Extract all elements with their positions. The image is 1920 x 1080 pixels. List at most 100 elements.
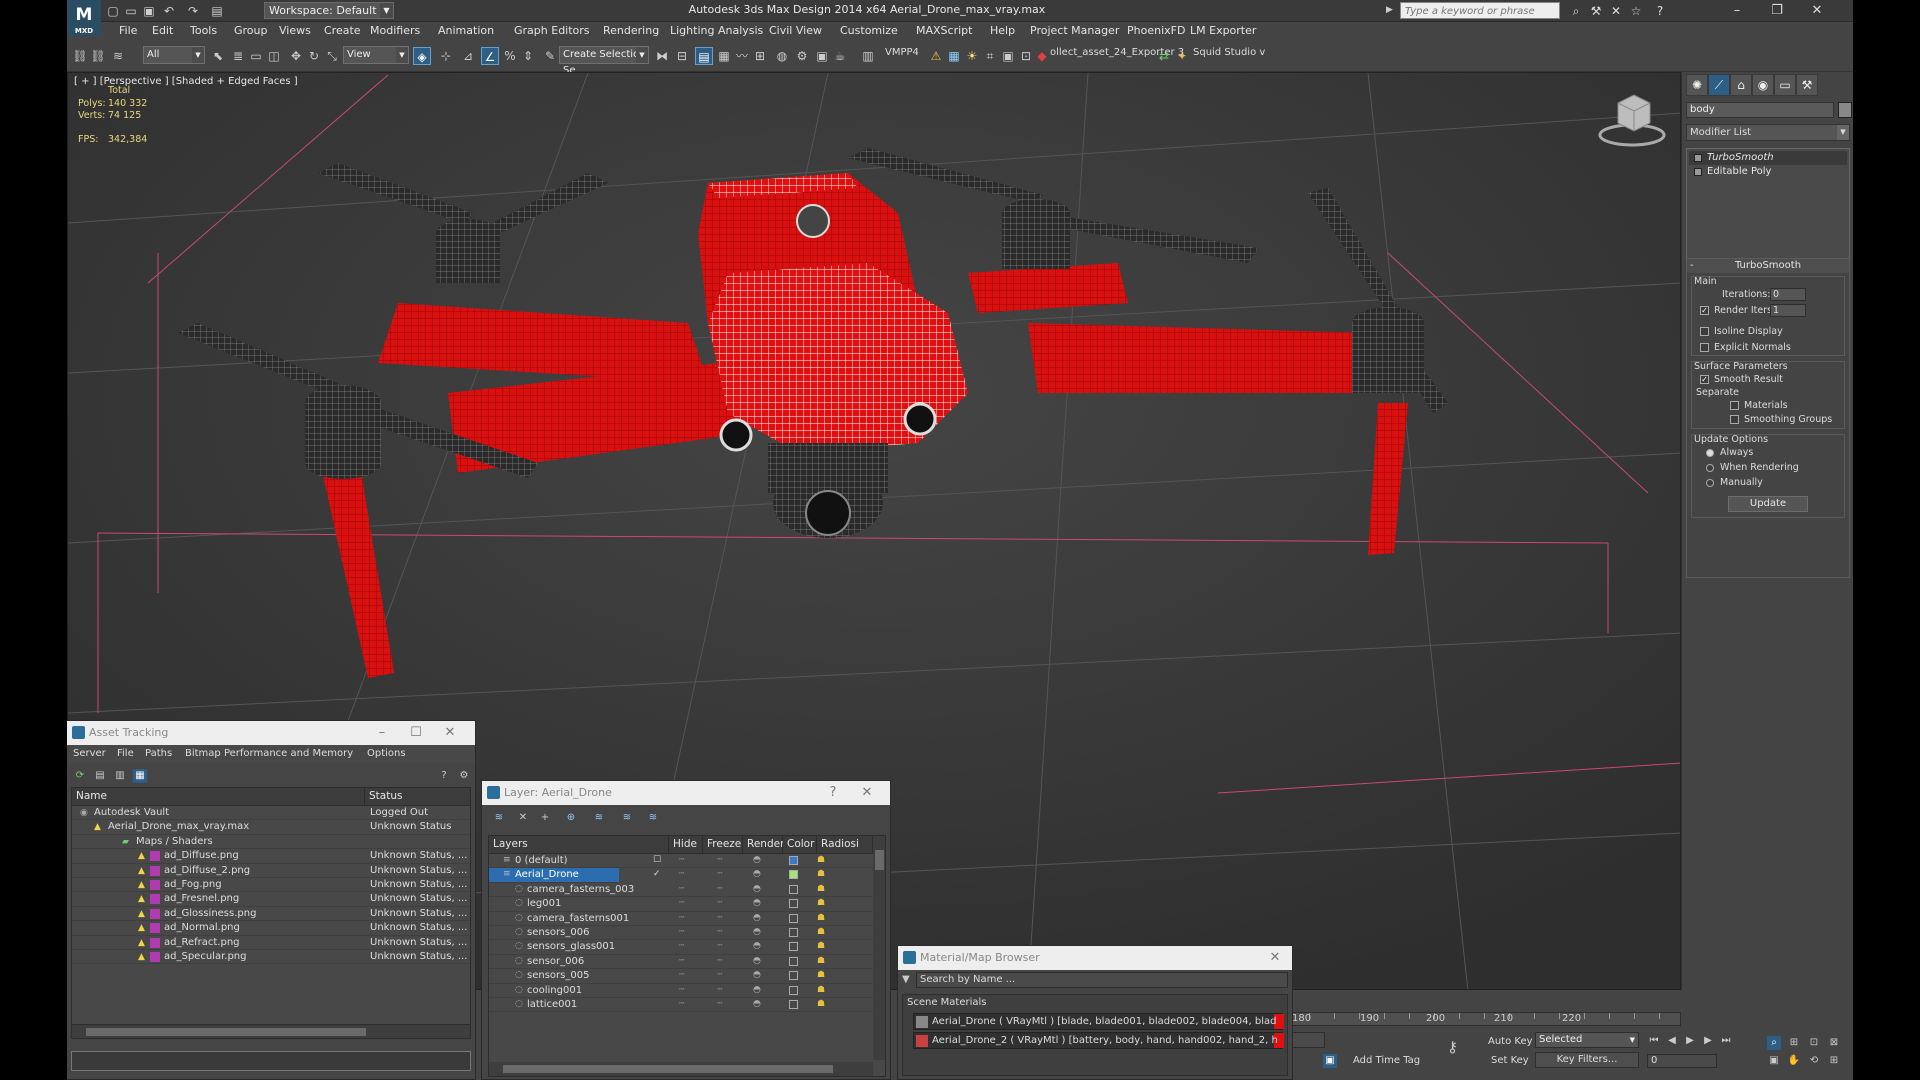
percent-snap-icon[interactable]: % — [501, 47, 519, 65]
goto-start-icon[interactable]: ⏮ — [1647, 1034, 1661, 1048]
squid-studio-label[interactable]: Squid Studio v — [1193, 47, 1265, 58]
restore-button[interactable]: ❐ — [1757, 0, 1797, 22]
object-color-swatch[interactable] — [1838, 102, 1852, 118]
material-browser-close-button[interactable]: ✕ — [1260, 946, 1290, 970]
zoom-all-icon[interactable]: ⊞ — [1787, 1036, 1801, 1050]
active-layer-check-icon[interactable]: ✓ — [653, 869, 661, 879]
bind-spacewarp-icon[interactable]: ≋ — [109, 47, 127, 65]
display-tab-icon[interactable]: ▭ — [1774, 74, 1796, 96]
layer-color-swatch[interactable] — [789, 899, 798, 909]
layer-hscroll-thumb[interactable] — [503, 1065, 833, 1073]
refresh-icon[interactable]: ⟳ — [73, 769, 87, 783]
menu-civil-view[interactable]: Civil View — [769, 23, 822, 39]
freeze-toggle[interactable]: ┄ — [717, 855, 722, 865]
render-toggle[interactable]: ◓ — [753, 941, 761, 951]
maximize-viewport-icon[interactable]: ⊞ — [1827, 1054, 1841, 1068]
time-tag-icon[interactable]: ▣ — [1323, 1054, 1337, 1068]
menu-tools[interactable]: Tools — [190, 23, 217, 39]
project-folder-icon[interactable]: ▤ — [209, 3, 225, 19]
asset-maximize-button[interactable]: ☐ — [401, 721, 431, 745]
radiosity-toggle[interactable]: ☗ — [817, 956, 825, 966]
list-view-icon[interactable]: ▤ — [93, 769, 107, 783]
floppy-export-icon[interactable]: ▣ — [999, 47, 1017, 65]
warning-icon[interactable]: ⚠ — [927, 47, 945, 65]
render-toggle[interactable]: ◓ — [753, 884, 761, 894]
table-row[interactable]: ▲ ad_Glossiness.png Unknown Status, ... — [72, 907, 470, 922]
radiosity-toggle[interactable]: ☗ — [817, 970, 825, 980]
asset-menu-options[interactable]: Options — [367, 748, 406, 759]
hide-toggle[interactable]: ┄ — [679, 927, 684, 937]
layer-help-button[interactable]: ? — [818, 781, 848, 805]
menu-animation[interactable]: Animation — [438, 23, 494, 39]
create-layer-icon[interactable]: ≋ — [492, 811, 506, 825]
edit-named-sets-icon[interactable]: ✎ — [541, 47, 559, 65]
squid-arrow-icon[interactable]: ⇄ — [1155, 47, 1173, 65]
motion-tab-icon[interactable]: ◉ — [1752, 74, 1774, 96]
utilities-tab-icon[interactable]: ⚒ — [1796, 74, 1818, 96]
unlink-icon[interactable]: ⛓ — [89, 47, 107, 65]
when-rendering-radio[interactable] — [1706, 464, 1714, 472]
key-filters-button[interactable]: Key Filters... — [1535, 1052, 1639, 1068]
goto-end-icon[interactable]: ⏭ — [1719, 1034, 1733, 1048]
render-iters-spinner[interactable]: 1 — [1770, 304, 1806, 317]
search-input[interactable]: Type a keyword or phrase — [1400, 2, 1560, 19]
material-item[interactable]: Aerial_Drone_2 ( VRayMtl ) [battery, bod… — [913, 1032, 1284, 1049]
browser-options-icon[interactable]: ▼ — [902, 974, 910, 985]
asset-column-name[interactable]: Name — [72, 788, 365, 806]
layer-vertical-scrollbar[interactable] — [873, 836, 885, 1060]
asset-menu-file[interactable]: File — [117, 748, 134, 759]
grid-tool-icon[interactable]: ⌗ — [981, 47, 999, 65]
freeze-toggle[interactable]: ┄ — [717, 985, 722, 995]
light-lister-icon[interactable]: ▦ — [945, 47, 963, 65]
minimize-button[interactable]: – — [1717, 0, 1757, 22]
search-expand-icon[interactable]: ▶ — [1386, 5, 1393, 15]
turbosmooth-rollout-header[interactable]: - TurboSmooth — [1687, 259, 1849, 273]
select-object-icon[interactable]: ⬉ — [209, 47, 227, 65]
hide-toggle[interactable]: ┄ — [679, 869, 684, 879]
menu-lighting-analysis[interactable]: Lighting Analysis — [670, 23, 763, 39]
key-icon[interactable]: ⚷ — [1447, 1038, 1458, 1056]
smoothing-groups-checkbox[interactable] — [1730, 415, 1739, 424]
asset-menu-bitmap-performance[interactable]: Bitmap Performance and Memory — [185, 748, 353, 759]
layer-column-layers[interactable]: Layers — [489, 836, 669, 854]
hide-toggle[interactable]: ┄ — [679, 855, 684, 865]
radiosity-toggle[interactable]: ☗ — [817, 869, 825, 879]
window-crossing-icon[interactable]: ◫ — [265, 47, 283, 65]
table-row[interactable]: ▲ ad_Fresnel.png Unknown Status, ... — [72, 892, 470, 907]
menu-help[interactable]: Help — [990, 23, 1015, 39]
freeze-toggle[interactable]: ┄ — [717, 956, 722, 966]
table-row[interactable]: ▰ Maps / Shaders — [72, 835, 470, 850]
hide-toggle[interactable]: ┄ — [679, 999, 684, 1009]
layer-color-swatch[interactable] — [789, 1000, 798, 1009]
layer-horizontal-scrollbar[interactable] — [489, 1062, 873, 1076]
smooth-result-checkbox[interactable]: ✓ — [1700, 375, 1709, 384]
asset-options-icon[interactable]: ⚙ — [457, 769, 471, 783]
freeze-unfreeze-all-icon[interactable]: ≋ — [646, 811, 660, 825]
rectangle-select-icon[interactable]: ▭ — [247, 47, 265, 65]
angle-snap-icon[interactable]: ∠ — [481, 47, 499, 65]
explicit-normals-checkbox[interactable] — [1700, 343, 1709, 352]
freeze-toggle[interactable]: ┄ — [717, 927, 722, 937]
redo-icon[interactable]: ↷ — [185, 3, 201, 19]
asset-menu-paths[interactable]: Paths — [145, 748, 172, 759]
favorites-icon[interactable]: ☆ — [1627, 2, 1645, 20]
reference-coordinate-dropdown[interactable]: View ▼ — [343, 46, 409, 64]
asset-path-field[interactable] — [71, 1051, 471, 1071]
render-toggle[interactable]: ◓ — [753, 927, 761, 937]
communication-icon[interactable]: ✕ — [1607, 2, 1625, 20]
asset-close-button[interactable]: ✕ — [435, 721, 465, 745]
layer-color-swatch[interactable] — [789, 942, 798, 952]
table-row[interactable]: ◉ Autodesk Vault Logged Out — [72, 806, 470, 821]
add-to-layer-icon[interactable]: + — [538, 811, 552, 825]
material-editor-icon[interactable]: ◍ — [773, 47, 791, 65]
material-item[interactable]: Aerial_Drone ( VRayMtl ) [blade, blade00… — [913, 1013, 1284, 1030]
scene-materials-section[interactable]: Scene Materials — [907, 997, 987, 1008]
layer-column-hide[interactable]: Hide — [669, 836, 703, 854]
new-file-icon[interactable]: ▢ — [105, 3, 121, 19]
set-key-button[interactable]: Set Key — [1491, 1055, 1529, 1066]
table-row[interactable]: ▲ Aerial_Drone_max_vray.max Unknown Status — [72, 820, 470, 835]
freeze-toggle[interactable]: ┄ — [717, 869, 722, 879]
table-row[interactable]: ▲ ad_Fog.png Unknown Status, ... — [72, 878, 470, 893]
radiosity-toggle[interactable]: ☗ — [817, 898, 825, 908]
freeze-toggle[interactable]: ┄ — [717, 999, 722, 1009]
